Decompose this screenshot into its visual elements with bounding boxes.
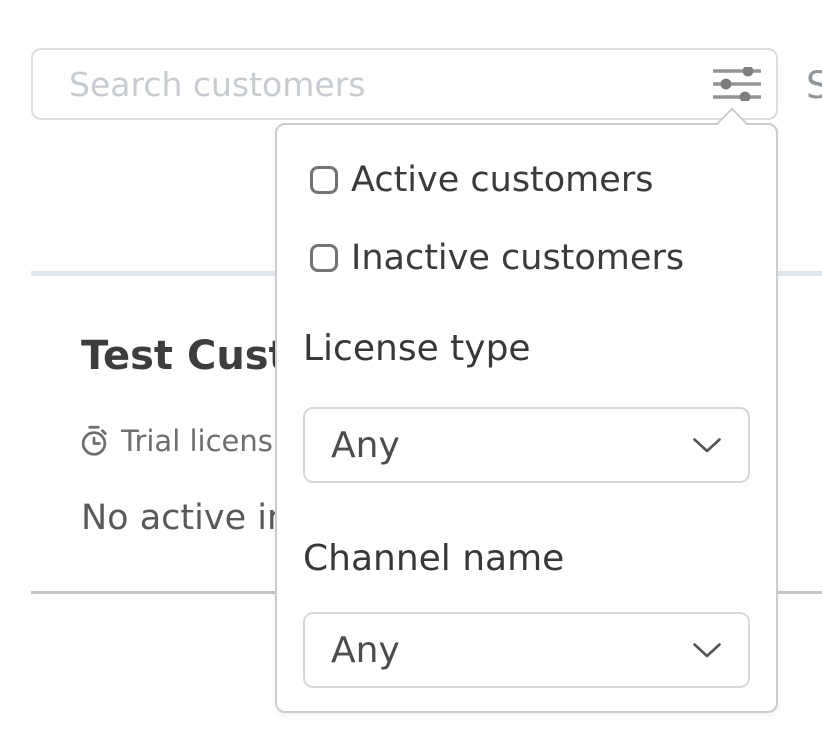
active-customers-option[interactable]: Active customers <box>310 160 653 200</box>
sort-text-partial[interactable]: S <box>806 64 822 107</box>
search-input[interactable] <box>33 50 776 118</box>
customer-name: Test Cust <box>81 333 288 379</box>
license-type-select[interactable]: Any <box>303 407 750 483</box>
customer-status-text: No active in <box>81 498 289 538</box>
filter-sliders-icon <box>713 67 761 101</box>
active-customers-checkbox[interactable] <box>310 166 338 194</box>
license-type-label: License type <box>303 328 531 369</box>
search-box <box>31 48 778 120</box>
channel-name-value: Any <box>331 630 692 671</box>
stopwatch-icon <box>79 425 109 457</box>
inactive-customers-checkbox[interactable] <box>310 244 338 272</box>
active-customers-label: Active customers <box>351 160 653 200</box>
license-type-text: Trial licens <box>121 424 273 458</box>
customer-license-row: Trial licens <box>79 424 273 458</box>
customers-page: S Test Cust Trial licens No active in Ac… <box>0 0 822 756</box>
channel-name-label: Channel name <box>303 538 564 579</box>
chevron-down-icon <box>692 642 722 659</box>
channel-name-select[interactable]: Any <box>303 612 750 688</box>
filter-button[interactable] <box>708 60 766 108</box>
inactive-customers-option[interactable]: Inactive customers <box>310 238 684 278</box>
filter-popover: Active customers Inactive customers Lice… <box>275 123 778 713</box>
chevron-down-icon <box>692 437 722 454</box>
license-type-value: Any <box>331 425 692 466</box>
inactive-customers-label: Inactive customers <box>351 238 684 278</box>
